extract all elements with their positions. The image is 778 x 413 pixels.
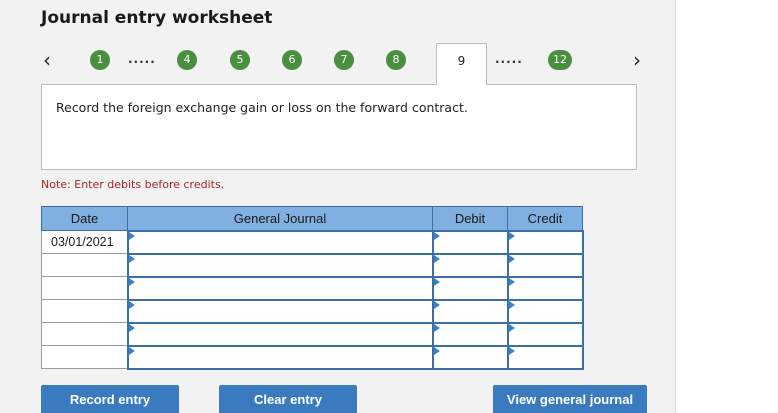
dropdown-marker-icon: [508, 323, 515, 332]
credit-input[interactable]: [506, 321, 584, 347]
date-cell: [41, 299, 128, 323]
table-row: 03/01/2021: [41, 229, 584, 255]
account-input[interactable]: [126, 229, 434, 255]
credit-input[interactable]: [506, 298, 584, 324]
debit-input[interactable]: [431, 344, 509, 370]
dropdown-marker-icon: [433, 254, 440, 263]
date-cell: [41, 276, 128, 300]
dropdown-marker-icon: [433, 323, 440, 332]
date-cell: [41, 253, 128, 277]
journal-header-row: Date General Journal Debit Credit: [41, 206, 583, 231]
header-debit: Debit: [432, 206, 508, 231]
page-title: Journal entry worksheet: [41, 8, 273, 28]
record-entry-button[interactable]: Record entry: [41, 385, 179, 413]
credit-input[interactable]: [506, 275, 584, 301]
instruction-box: Record the foreign exchange gain or loss…: [41, 84, 637, 170]
dropdown-marker-icon: [128, 277, 135, 286]
account-input[interactable]: [126, 321, 434, 347]
header-date: Date: [41, 206, 128, 231]
dropdown-marker-icon: [508, 277, 515, 286]
steps-ellipsis-left: .....: [128, 52, 156, 66]
date-cell: [41, 322, 128, 346]
dropdown-marker-icon: [128, 254, 135, 263]
credit-input[interactable]: [506, 252, 584, 278]
clear-entry-button[interactable]: Clear entry: [219, 385, 357, 413]
dropdown-marker-icon: [508, 300, 515, 309]
account-input[interactable]: [126, 344, 434, 370]
dropdown-marker-icon: [508, 231, 515, 240]
table-row: [41, 344, 584, 370]
steps-ellipsis-right: .....: [495, 52, 523, 66]
debit-input[interactable]: [431, 298, 509, 324]
debit-input[interactable]: [431, 321, 509, 347]
debit-input[interactable]: [431, 252, 509, 278]
table-row: [41, 252, 584, 278]
step-9-tab-active[interactable]: 9: [436, 43, 487, 85]
table-row: [41, 298, 584, 324]
journal-table: Date General Journal Debit Credit 03/01/…: [41, 206, 584, 370]
account-input[interactable]: [126, 298, 434, 324]
view-general-journal-button[interactable]: View general journal: [493, 385, 647, 413]
account-input[interactable]: [126, 252, 434, 278]
credit-input[interactable]: [506, 229, 584, 255]
dropdown-marker-icon: [433, 231, 440, 240]
table-row: [41, 321, 584, 347]
step-6-button[interactable]: 6: [282, 50, 302, 70]
credit-input[interactable]: [506, 344, 584, 370]
chevron-left-icon[interactable]: ‹: [43, 48, 51, 72]
header-general-journal: General Journal: [127, 206, 433, 231]
step-1-button[interactable]: 1: [90, 50, 110, 70]
dropdown-marker-icon: [128, 323, 135, 332]
step-8-button[interactable]: 8: [386, 50, 406, 70]
table-row: [41, 275, 584, 301]
header-credit: Credit: [507, 206, 583, 231]
date-cell: [41, 345, 128, 369]
chevron-right-icon[interactable]: ›: [633, 48, 641, 72]
dropdown-marker-icon: [128, 346, 135, 355]
debit-input[interactable]: [431, 229, 509, 255]
instruction-text: Record the foreign exchange gain or loss…: [56, 100, 468, 115]
dropdown-marker-icon: [433, 300, 440, 309]
dropdown-marker-icon: [508, 346, 515, 355]
step-5-button[interactable]: 5: [230, 50, 250, 70]
worksheet-panel: Journal entry worksheet ‹ 1 ..... 4 5 6 …: [0, 0, 676, 413]
account-input[interactable]: [126, 275, 434, 301]
note-text: Note: Enter debits before credits.: [41, 178, 225, 191]
debit-input[interactable]: [431, 275, 509, 301]
dropdown-marker-icon: [128, 300, 135, 309]
date-cell: 03/01/2021: [41, 230, 128, 254]
dropdown-marker-icon: [433, 346, 440, 355]
step-4-button[interactable]: 4: [177, 50, 197, 70]
step-12-button[interactable]: 12: [548, 50, 572, 70]
dropdown-marker-icon: [433, 277, 440, 286]
dropdown-marker-icon: [508, 254, 515, 263]
step-7-button[interactable]: 7: [334, 50, 354, 70]
dropdown-marker-icon: [128, 231, 135, 240]
